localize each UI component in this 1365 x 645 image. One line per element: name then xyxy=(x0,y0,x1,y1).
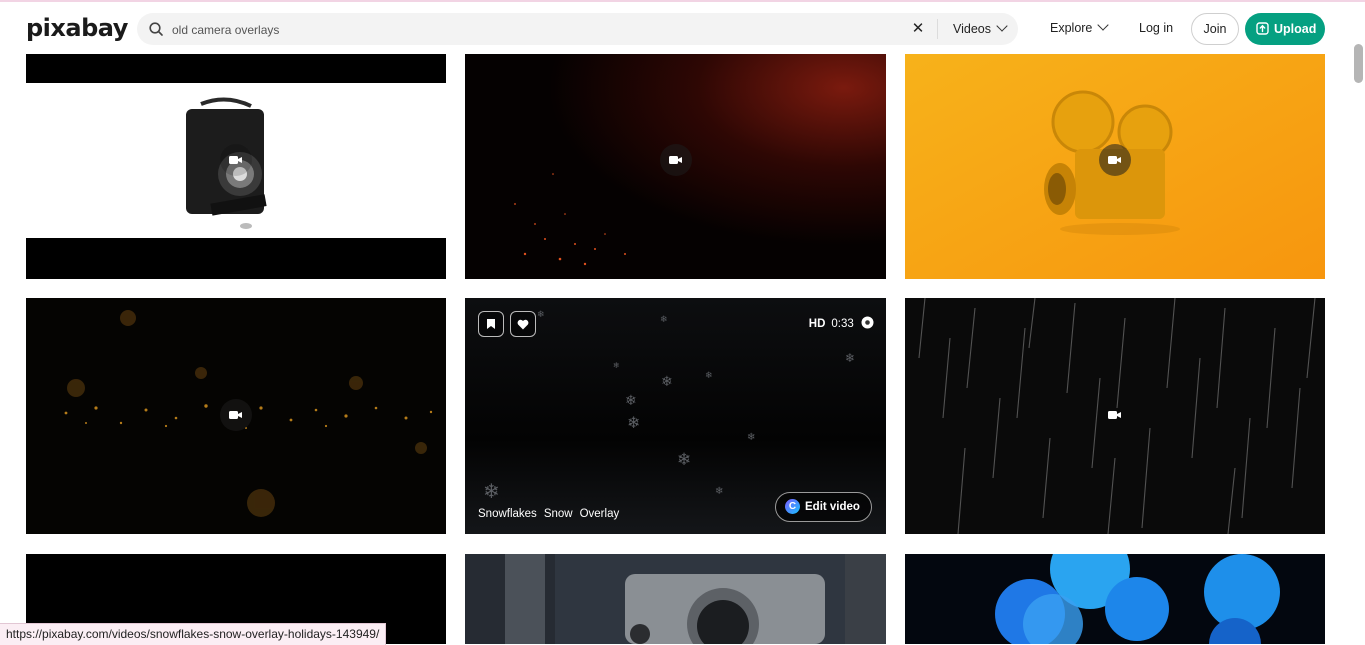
search-bar: ✕ Videos xyxy=(137,13,1018,45)
video-tags: Snowflakes Snow Overlay xyxy=(478,508,626,520)
chevron-down-icon xyxy=(996,20,1008,32)
svg-text:❄: ❄ xyxy=(715,486,723,497)
svg-text:❄: ❄ xyxy=(705,371,713,381)
video-badge xyxy=(220,399,252,431)
login-link[interactable]: Log in xyxy=(1139,21,1173,35)
video-result-gold-particles[interactable] xyxy=(26,298,446,534)
bookmark-icon xyxy=(487,319,495,329)
tag-link[interactable]: Snow xyxy=(544,508,573,520)
svg-text:❄: ❄ xyxy=(613,361,620,370)
heart-icon xyxy=(517,319,529,330)
pixabay-logo[interactable]: pixabay xyxy=(26,14,128,42)
svg-text:❄: ❄ xyxy=(677,450,691,470)
search-icon xyxy=(149,22,163,36)
canva-icon: C xyxy=(785,499,800,514)
media-type-dropdown[interactable]: Videos xyxy=(953,13,1008,45)
tag-link[interactable]: Snowflakes xyxy=(478,508,537,520)
video-camera-icon xyxy=(229,156,242,164)
svg-text:❄: ❄ xyxy=(845,351,855,365)
video-result-embers[interactable] xyxy=(465,54,886,279)
video-camera-icon xyxy=(669,156,682,164)
upload-icon xyxy=(1256,22,1269,35)
video-result-snowflakes[interactable]: ❄ ❄ ❄ ❄ ❄ ❄ ❄ ❄ ❄ ❄ ❄ ❄ HD 0:33 Snowflake… xyxy=(465,298,886,534)
explore-label: Explore xyxy=(1050,21,1093,35)
upload-label: Upload xyxy=(1274,22,1317,36)
video-camera-icon xyxy=(1108,156,1121,164)
save-to-collection-button[interactable] xyxy=(478,311,504,337)
upload-button[interactable]: Upload xyxy=(1245,13,1325,45)
video-camera-icon xyxy=(229,411,242,419)
svg-text:❄: ❄ xyxy=(483,479,500,503)
edit-video-button[interactable]: C Edit video xyxy=(775,492,872,522)
svg-text:❄: ❄ xyxy=(627,413,640,432)
video-badge xyxy=(660,144,692,176)
video-badge xyxy=(1099,144,1131,176)
quality-badge: HD xyxy=(808,318,826,330)
close-icon: ✕ xyxy=(911,20,925,37)
svg-text:❄: ❄ xyxy=(661,374,673,390)
search-input[interactable] xyxy=(170,19,894,41)
video-thumbnail xyxy=(465,554,886,644)
media-type-label: Videos xyxy=(953,22,991,36)
svg-text:❄: ❄ xyxy=(625,393,637,409)
search-divider xyxy=(937,19,938,39)
video-thumbnail xyxy=(905,554,1325,644)
video-result-blue-bokeh[interactable] xyxy=(905,554,1325,644)
svg-text:❄: ❄ xyxy=(747,432,755,443)
svg-text:❄: ❄ xyxy=(537,310,545,320)
svg-text:❄: ❄ xyxy=(660,315,668,325)
like-button[interactable] xyxy=(510,311,536,337)
video-camera-icon xyxy=(1108,411,1121,419)
video-result-movie-camera[interactable] xyxy=(905,54,1325,279)
video-badge xyxy=(1099,399,1131,431)
video-duration: 0:33 xyxy=(831,318,854,330)
chevron-down-icon xyxy=(1097,19,1110,31)
explore-menu[interactable]: Explore xyxy=(1050,19,1110,35)
tag-link[interactable]: Overlay xyxy=(580,508,620,520)
site-header: pixabay ✕ Videos Explore Log in Join Upl… xyxy=(0,2,1365,54)
info-icon[interactable] xyxy=(861,316,874,329)
video-result-vintage-camera[interactable] xyxy=(26,54,446,279)
status-bar-url: https://pixabay.com/videos/snowflakes-sn… xyxy=(0,623,387,645)
video-badge xyxy=(220,144,252,176)
video-result-rain[interactable] xyxy=(905,298,1325,534)
video-meta: HD 0:33 xyxy=(809,316,874,330)
edit-video-label: Edit video xyxy=(805,501,860,513)
scrollbar-track[interactable] xyxy=(1352,44,1365,644)
scrollbar-thumb[interactable] xyxy=(1354,44,1363,83)
clear-search-button[interactable]: ✕ xyxy=(909,19,927,39)
video-result-metal-parts[interactable] xyxy=(465,554,886,644)
join-button[interactable]: Join xyxy=(1191,13,1239,45)
